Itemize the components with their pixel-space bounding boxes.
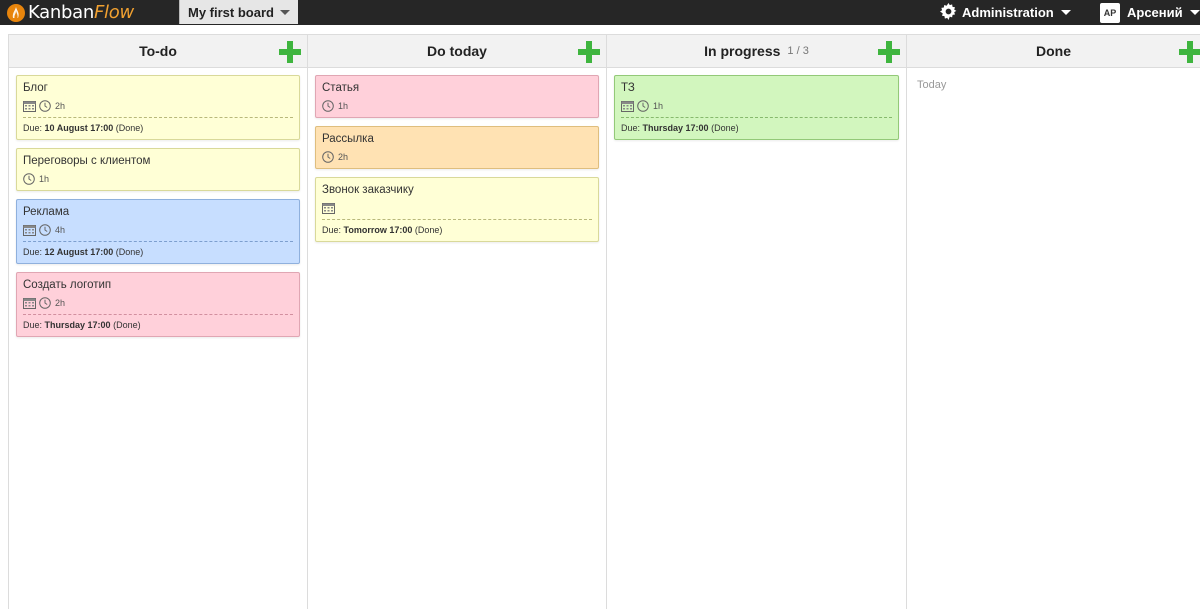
add-task-button[interactable] bbox=[878, 41, 900, 63]
column-done: Done Today bbox=[906, 34, 1200, 609]
column-header: Do today bbox=[308, 35, 606, 68]
wip-limit-count: 1 / 3 bbox=[787, 45, 809, 57]
time-estimate: 2h bbox=[55, 100, 66, 111]
due-date: Due: 10 August 17:00 (Done) bbox=[23, 117, 293, 134]
avatar: AP bbox=[1100, 2, 1120, 23]
add-task-button[interactable] bbox=[578, 41, 600, 63]
time-estimate: 4h bbox=[55, 224, 66, 235]
column-title: Do today bbox=[427, 43, 487, 59]
task-card[interactable]: Переговоры с клиентом 1h bbox=[16, 148, 300, 191]
calendar-icon[interactable] bbox=[23, 297, 36, 309]
due-date: Due: 12 August 17:00 (Done) bbox=[23, 241, 293, 258]
task-card[interactable]: Статья 1h bbox=[315, 75, 599, 118]
chevron-down-icon bbox=[1060, 10, 1071, 15]
due-date: Due: Thursday 17:00 (Done) bbox=[23, 314, 293, 331]
board-name: My first board bbox=[188, 4, 274, 20]
column-header: Done bbox=[907, 35, 1200, 68]
clock-icon[interactable] bbox=[23, 172, 36, 185]
kanbanflow-logo[interactable]: KanbanFlow bbox=[7, 2, 134, 23]
add-task-button[interactable] bbox=[279, 41, 301, 63]
clock-icon[interactable] bbox=[39, 223, 52, 236]
task-card[interactable]: Реклама 4h Due: 12 August 17:00 (Done) bbox=[16, 199, 300, 264]
task-card[interactable]: Создать логотип 2h Due: Thursday 17:00 (… bbox=[16, 272, 300, 337]
column-do-today: Do today Статья 1h Рассылка 2h Звонок за… bbox=[307, 34, 607, 609]
task-title: Реклама bbox=[23, 206, 70, 218]
task-title: Создать логотип bbox=[23, 279, 112, 291]
task-title: Блог bbox=[23, 82, 48, 94]
user-menu[interactable]: AP Арсений bbox=[1100, 2, 1200, 23]
administration-label: Administration bbox=[962, 5, 1054, 20]
task-card[interactable]: Рассылка 2h bbox=[315, 126, 599, 169]
administration-menu[interactable]: Administration bbox=[940, 2, 1071, 23]
column-title: In progress bbox=[704, 43, 781, 59]
top-bar: KanbanFlow My first board Administration… bbox=[0, 0, 1200, 25]
time-estimate: 1h bbox=[653, 100, 664, 111]
column-todo: To-do Блог 2h Due: 10 August 17:00 (Done… bbox=[8, 34, 308, 609]
column-header: In progress 1 / 3 bbox=[607, 35, 906, 68]
calendar-icon[interactable] bbox=[23, 224, 36, 236]
task-title: Статья bbox=[322, 82, 360, 94]
done-section-today: Today bbox=[917, 79, 947, 91]
clock-icon[interactable] bbox=[322, 99, 335, 112]
user-name: Арсений bbox=[1127, 5, 1183, 20]
kanbanflow-logo-icon bbox=[7, 3, 25, 22]
task-card[interactable]: ТЗ 1h Due: Thursday 17:00 (Done) bbox=[614, 75, 899, 140]
board-selector[interactable]: My first board bbox=[179, 0, 298, 24]
time-estimate: 2h bbox=[55, 297, 66, 308]
add-task-button[interactable] bbox=[1179, 41, 1200, 63]
clock-icon[interactable] bbox=[39, 296, 52, 309]
time-estimate: 1h bbox=[338, 100, 349, 111]
time-estimate: 2h bbox=[338, 151, 349, 162]
chevron-down-icon bbox=[280, 10, 290, 15]
column-title: Done bbox=[1036, 43, 1071, 59]
calendar-icon[interactable] bbox=[23, 100, 36, 112]
chevron-down-icon bbox=[1189, 10, 1200, 15]
time-estimate: 1h bbox=[39, 173, 50, 184]
due-date: Due: Thursday 17:00 (Done) bbox=[621, 117, 892, 134]
column-header: To-do bbox=[9, 35, 307, 68]
task-card[interactable]: Звонок заказчику Due: Tomorrow 17:00 (Do… bbox=[315, 177, 599, 242]
clock-icon[interactable] bbox=[322, 150, 335, 163]
task-card[interactable]: Блог 2h Due: 10 August 17:00 (Done) bbox=[16, 75, 300, 140]
logo-text: KanbanFlow bbox=[28, 2, 134, 23]
due-date: Due: Tomorrow 17:00 (Done) bbox=[322, 219, 592, 236]
task-title: Переговоры с клиентом bbox=[23, 155, 151, 167]
clock-icon[interactable] bbox=[39, 99, 52, 112]
gear-icon bbox=[940, 2, 957, 23]
clock-icon[interactable] bbox=[637, 99, 650, 112]
task-title: Звонок заказчику bbox=[322, 184, 414, 196]
column-in-progress: In progress 1 / 3 ТЗ 1h Due: Thursday 17… bbox=[606, 34, 907, 609]
calendar-icon[interactable] bbox=[322, 202, 335, 214]
calendar-icon[interactable] bbox=[621, 100, 634, 112]
column-title: To-do bbox=[139, 43, 177, 59]
task-title: Рассылка bbox=[322, 133, 374, 145]
task-title: ТЗ bbox=[621, 82, 635, 94]
